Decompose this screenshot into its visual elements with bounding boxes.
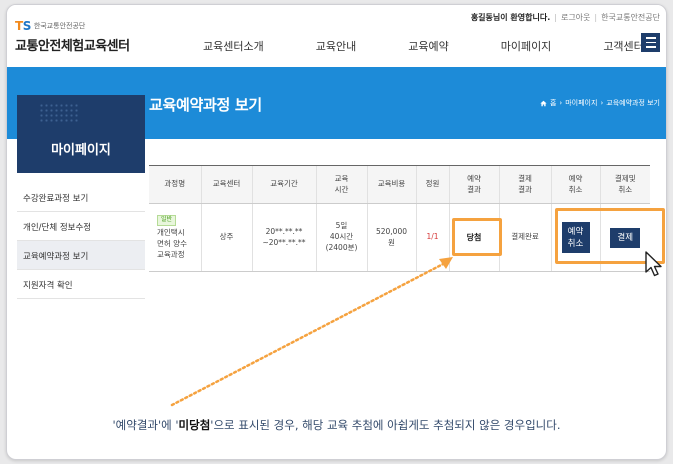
mouse-cursor-icon (645, 251, 662, 277)
caption-emphasis: 미당첨 (178, 418, 211, 432)
screenshot-frame: TS 한국교통안전공단 교통안전체험교육센터 홍길동님이 환영합니다. | 로그… (6, 4, 667, 460)
dotted-arrow-icon (170, 257, 453, 407)
explanation-caption: '예약결과'에 '미당첨'으로 표시된 경우, 해당 교육 추첨에 아쉽게도 추… (112, 418, 561, 432)
